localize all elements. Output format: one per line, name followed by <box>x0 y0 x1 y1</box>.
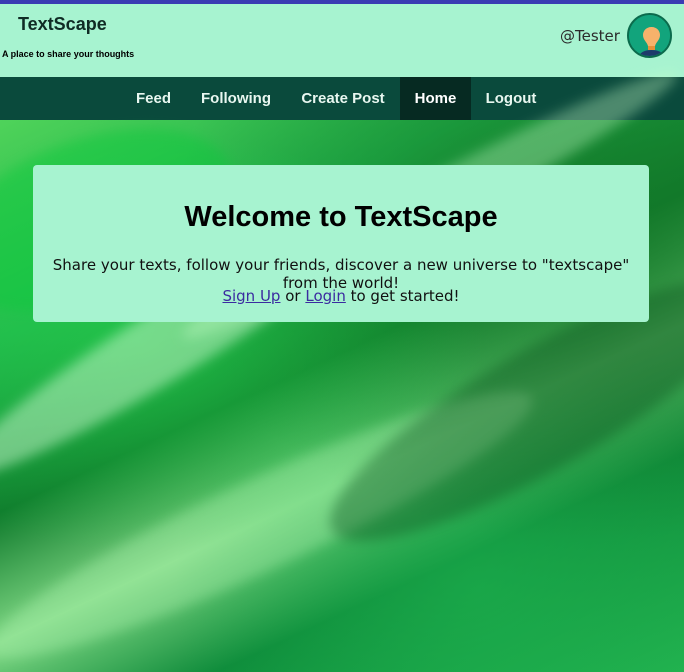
welcome-cta: Sign Up or Login to get started! <box>33 287 649 305</box>
username-label[interactable]: @Tester <box>560 27 620 45</box>
avatar-graphic <box>629 15 670 56</box>
nav-logout[interactable]: Logout <box>472 77 550 120</box>
cta-suffix: to get started! <box>345 287 460 305</box>
brand-tagline: A place to share your thoughts <box>2 49 135 59</box>
signup-link[interactable]: Sign Up <box>222 287 280 305</box>
login-link[interactable]: Login <box>305 287 345 305</box>
site-header: TextScape A place to share your thoughts… <box>0 4 684 77</box>
brand-title[interactable]: TextScape <box>18 14 107 35</box>
user-avatar-icon[interactable] <box>627 13 672 58</box>
nav-home[interactable]: Home <box>400 77 471 120</box>
welcome-card: Welcome to TextScape Share your texts, f… <box>33 165 649 322</box>
nav-feed[interactable]: Feed <box>122 77 185 120</box>
nav-create-post[interactable]: Create Post <box>287 77 399 120</box>
nav-following[interactable]: Following <box>186 77 286 120</box>
welcome-title: Welcome to TextScape <box>184 201 498 233</box>
or-text: or <box>280 287 306 305</box>
